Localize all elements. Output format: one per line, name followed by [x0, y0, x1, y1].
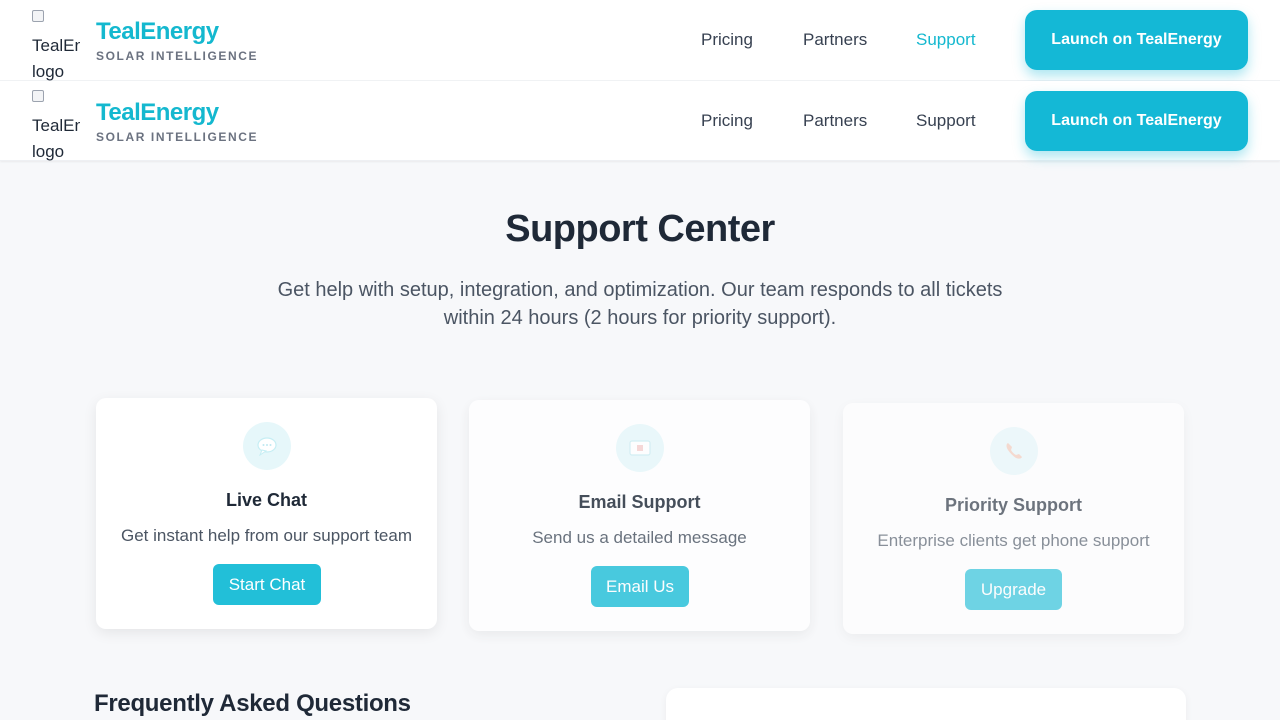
upgrade-button[interactable]: Upgrade [965, 569, 1062, 610]
site-header-primary: TealEnergy logo TealEnergy SOLAR INTELLI… [0, 0, 1280, 81]
card-title: Email Support [578, 492, 701, 512]
nav-pricing[interactable]: Pricing [701, 30, 753, 50]
site-header-secondary: TealEnergy logo TealEnergy SOLAR INTELLI… [0, 81, 1280, 161]
support-card-priority: Priority Support Enterprise clients get … [843, 403, 1184, 634]
faq-heading: Frequently Asked Questions [94, 690, 411, 717]
logo-image[interactable]: TealEnergy logo [32, 87, 80, 165]
nav-partners[interactable]: Partners [803, 30, 867, 50]
logo-alt-text: TealEnergy logo [32, 116, 80, 161]
logo-alt-text: TealEnergy logo [32, 36, 80, 81]
broken-image-icon [32, 90, 44, 102]
phone-icon [990, 427, 1038, 475]
nav-partners[interactable]: Partners [803, 111, 867, 131]
card-title: Priority Support [944, 495, 1082, 515]
faq-panel [666, 688, 1186, 720]
brand-tagline: SOLAR INTELLIGENCE [96, 130, 259, 144]
nav-pricing[interactable]: Pricing [701, 111, 753, 131]
support-card-live-chat: Live Chat Get instant help from our supp… [96, 398, 437, 629]
launch-button[interactable]: Launch on TealEnergy [1025, 91, 1248, 151]
chat-bubble-icon [243, 422, 291, 470]
page-subtitle: Get help with setup, integration, and op… [277, 279, 1003, 329]
nav-support[interactable]: Support [916, 30, 976, 50]
logo-image[interactable]: TealEnergy logo [32, 7, 80, 85]
launch-button[interactable]: Launch on TealEnergy [1025, 10, 1248, 70]
support-card-email: Email Support Send us a detailed message… [469, 400, 810, 631]
card-description: Get instant help from our support team [120, 526, 413, 545]
envelope-icon [616, 424, 664, 472]
email-us-button[interactable]: Email Us [591, 566, 689, 607]
nav-support[interactable]: Support [916, 111, 976, 131]
brand-name[interactable]: TealEnergy [96, 18, 219, 46]
page-title: Support Center [505, 208, 775, 250]
brand-tagline: SOLAR INTELLIGENCE [96, 49, 259, 63]
card-description: Send us a detailed message [532, 528, 747, 547]
brand-name[interactable]: TealEnergy [96, 99, 219, 127]
card-description: Enterprise clients get phone support [877, 531, 1150, 550]
card-title: Live Chat [225, 490, 308, 510]
start-chat-button[interactable]: Start Chat [213, 564, 321, 605]
broken-image-icon [32, 10, 44, 22]
